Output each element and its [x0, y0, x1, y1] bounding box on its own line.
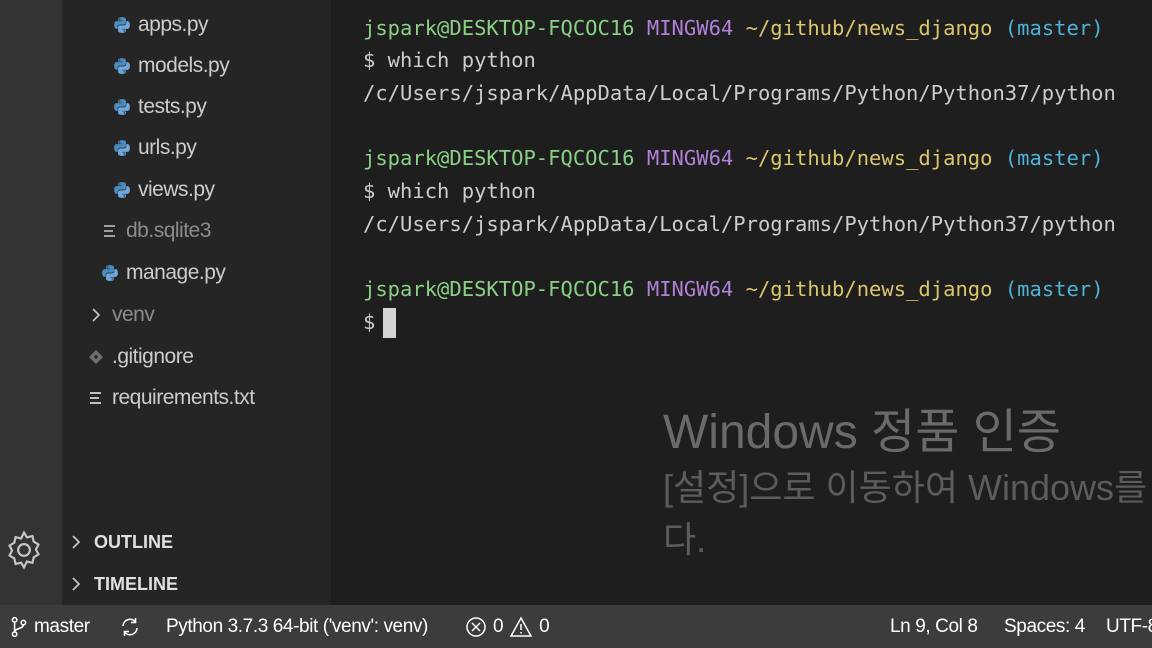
- python-file-icon: [110, 98, 134, 116]
- output-line: /c/Users/jspark/AppData/Local/Programs/P…: [363, 81, 1116, 105]
- prompt-branch: (master): [1004, 277, 1104, 301]
- file-label: apps.py: [138, 13, 209, 36]
- file-urls-py[interactable]: urls.py: [110, 130, 197, 166]
- chevron-right-icon: [70, 576, 92, 592]
- prompt-user: jspark@DESKTOP-FQCOC16: [363, 277, 635, 301]
- file-tests-py[interactable]: tests.py: [110, 89, 207, 125]
- command-line: $ which python: [363, 48, 536, 72]
- python-file-icon: [110, 57, 134, 75]
- file-models-py[interactable]: models.py: [110, 48, 230, 84]
- python-file-icon: [110, 181, 134, 199]
- folder-label: venv: [112, 303, 155, 326]
- command-line: $ which python: [363, 179, 536, 203]
- git-file-icon: [84, 349, 108, 365]
- file-requirements-txt[interactable]: requirements.txt: [84, 380, 255, 416]
- prompt-dollar: $: [363, 310, 376, 334]
- chevron-right-icon: [84, 307, 108, 323]
- warning-count: 0: [539, 615, 550, 637]
- timeline-label: TIMELINE: [94, 573, 178, 594]
- activity-bar: [0, 0, 62, 605]
- prompt-path: ~/github/news_django: [745, 146, 993, 170]
- prompt-system: MINGW64: [646, 277, 734, 301]
- text-file-icon: [84, 390, 108, 406]
- python-file-icon: [98, 264, 122, 282]
- watermark-line-1: [설정]으로 이동하여 Windows를: [663, 467, 1148, 508]
- prompt-branch: (master): [1004, 16, 1104, 40]
- file-label: requirements.txt: [112, 386, 255, 409]
- prompt-branch: (master): [1004, 146, 1104, 170]
- sync-icon: [122, 617, 138, 636]
- prompt-path: ~/github/news_django: [745, 277, 993, 301]
- terminal-cursor: [383, 308, 397, 338]
- error-count: 0: [493, 615, 504, 637]
- file-views-py[interactable]: views.py: [110, 172, 215, 208]
- prompt-user: jspark@DESKTOP-FQCOC16: [363, 146, 635, 170]
- file-label: models.py: [138, 54, 230, 77]
- text-file-icon: [98, 223, 122, 239]
- prompt-system: MINGW64: [646, 16, 734, 40]
- outline-section-header[interactable]: OUTLINE: [70, 524, 173, 560]
- python-file-icon: [110, 16, 134, 34]
- timeline-section-header[interactable]: TIMELINE: [70, 566, 178, 602]
- prompt-line: jspark@DESKTOP-FQCOC16 MINGW64 ~/github/…: [363, 142, 1104, 174]
- indentation-status[interactable]: Spaces: 4: [1004, 605, 1085, 648]
- command-line[interactable]: $: [363, 306, 397, 338]
- file-manage-py[interactable]: manage.py: [98, 255, 226, 291]
- git-branch-status[interactable]: master: [10, 605, 90, 648]
- git-branch-icon: [11, 616, 27, 637]
- python-file-icon: [110, 139, 134, 157]
- file-apps-py[interactable]: apps.py: [110, 7, 209, 43]
- file-label: tests.py: [138, 95, 207, 118]
- explorer-panel: apps.py models.py tests.py urls.py views…: [62, 0, 331, 522]
- vscode-window: apps.py models.py tests.py urls.py views…: [0, 0, 1152, 648]
- file-label: urls.py: [138, 136, 197, 159]
- folder-venv[interactable]: venv: [84, 297, 155, 333]
- sidebar-sections: OUTLINE TIMELINE: [62, 522, 331, 605]
- file-gitignore[interactable]: .gitignore: [84, 339, 194, 375]
- cursor-position-status[interactable]: Ln 9, Col 8: [890, 605, 978, 648]
- python-interpreter-status[interactable]: Python 3.7.3 64-bit ('venv': venv): [166, 605, 428, 648]
- watermark-line-2: 다.: [663, 519, 707, 560]
- outline-label: OUTLINE: [94, 531, 173, 552]
- file-label: .gitignore: [112, 345, 194, 368]
- prompt-line: jspark@DESKTOP-FQCOC16 MINGW64 ~/github/…: [363, 12, 1104, 44]
- status-bar: master Python 3.7.3 64-bit ('venv': venv…: [0, 605, 1152, 648]
- error-icon: [466, 616, 486, 637]
- file-db-sqlite3[interactable]: db.sqlite3: [98, 213, 211, 249]
- activation-watermark-text: [설정]으로 이동하여 Windows를 다.: [663, 462, 1147, 566]
- encoding-status[interactable]: UTF-8: [1106, 605, 1152, 648]
- file-label: views.py: [138, 178, 215, 201]
- sync-status[interactable]: [118, 605, 148, 648]
- warning-icon: [509, 615, 533, 637]
- prompt-line: jspark@DESKTOP-FQCOC16 MINGW64 ~/github/…: [363, 273, 1104, 305]
- output-line: /c/Users/jspark/AppData/Local/Programs/P…: [363, 212, 1116, 236]
- manage-gear-icon[interactable]: [2, 528, 46, 572]
- prompt-path: ~/github/news_django: [745, 16, 993, 40]
- prompt-user: jspark@DESKTOP-FQCOC16: [363, 16, 635, 40]
- chevron-right-icon: [70, 534, 92, 550]
- activation-watermark-title: Windows 정품 인증: [663, 406, 1062, 459]
- file-label: manage.py: [126, 261, 226, 284]
- problems-status[interactable]: 0 0: [465, 605, 550, 648]
- branch-name: master: [34, 615, 90, 637]
- file-label: db.sqlite3: [126, 219, 211, 242]
- prompt-system: MINGW64: [646, 146, 734, 170]
